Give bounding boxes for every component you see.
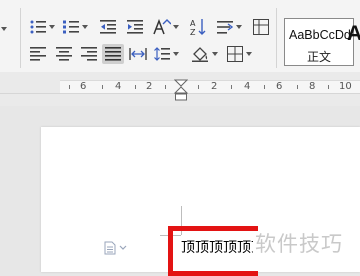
paint-bucket-icon xyxy=(192,47,208,62)
increase-indent-icon xyxy=(127,20,143,34)
indent-marker-icon[interactable] xyxy=(174,79,188,101)
ruler-label: 6 xyxy=(80,81,87,92)
ruler-tick xyxy=(69,85,70,89)
ruler-label: 6 xyxy=(276,81,283,92)
sort-button[interactable]: A Z xyxy=(189,17,207,37)
align-left-icon xyxy=(30,47,46,61)
paragraph-layout-button[interactable] xyxy=(104,241,129,255)
bullet-list-dropdown[interactable] xyxy=(47,17,56,37)
decrease-indent-button[interactable] xyxy=(99,17,117,37)
font-color-dropdown-arrow[interactable] xyxy=(0,19,8,39)
ruler-label: 4 xyxy=(244,81,251,92)
align-center-icon xyxy=(56,47,72,61)
numbered-list-dropdown[interactable] xyxy=(80,17,89,37)
ruler-tick xyxy=(135,85,136,89)
change-case-button[interactable] xyxy=(153,17,171,37)
bullet-list-button[interactable] xyxy=(29,17,47,37)
justify-button[interactable] xyxy=(102,44,124,64)
paragraph-spacing-button[interactable] xyxy=(153,44,171,64)
document-icon xyxy=(104,241,116,255)
group-separator xyxy=(276,8,277,68)
group-separator xyxy=(20,8,21,68)
increase-indent-button[interactable] xyxy=(126,17,144,37)
ruler-tick xyxy=(198,85,199,89)
svg-text:Z: Z xyxy=(190,28,196,36)
distributed-align-icon xyxy=(129,48,147,60)
line-spacing-button[interactable] xyxy=(216,17,234,37)
change-case-dropdown[interactable] xyxy=(171,17,180,37)
ruler-label: 10 xyxy=(339,81,352,92)
line-spacing-icon xyxy=(154,47,170,61)
align-right-icon xyxy=(81,47,97,61)
document-text[interactable]: 顶顶顶顶顶顶 xyxy=(181,237,253,257)
numbered-list-icon xyxy=(63,20,79,34)
ruler-tick xyxy=(297,85,298,89)
style-name-label: 正文 xyxy=(306,50,331,64)
align-right-button[interactable] xyxy=(80,44,98,64)
align-left-button[interactable] xyxy=(29,44,47,64)
ruler-tick xyxy=(264,85,265,89)
ruler-label: 8 xyxy=(309,81,316,92)
ruler-label: 4 xyxy=(115,81,122,92)
style-normal[interactable]: AaBbCcDd 正文 xyxy=(284,18,354,66)
text-direction-icon xyxy=(217,21,233,34)
bullet-list-icon xyxy=(30,20,46,34)
sort-az-icon: A Z xyxy=(190,19,206,36)
watermark: 软件技巧 xyxy=(255,232,343,256)
paragraph-spacing-dropdown[interactable] xyxy=(171,44,180,64)
ribbon: A Z AaBbCcDd 正文 A xyxy=(0,0,360,72)
decrease-indent-icon xyxy=(100,20,116,34)
shading-dropdown[interactable] xyxy=(210,44,219,64)
borders-dropdown[interactable] xyxy=(244,44,253,64)
table-grid-icon xyxy=(253,19,269,35)
ruler-label: 2 xyxy=(146,81,153,92)
ruler-tick xyxy=(102,85,103,89)
borders-button[interactable] xyxy=(226,44,244,64)
ruler-tick xyxy=(231,85,232,89)
distributed-align-button[interactable] xyxy=(128,44,148,64)
borders-icon xyxy=(227,46,243,62)
style-sample-text: AaBbCcDd xyxy=(289,28,351,42)
svg-text:A: A xyxy=(190,19,196,28)
align-center-button[interactable] xyxy=(55,44,73,64)
ruler-tick xyxy=(328,85,329,89)
style-heading-sample[interactable]: A xyxy=(347,22,360,46)
justify-icon xyxy=(105,47,121,61)
chevron-down-icon xyxy=(119,245,127,250)
ruler-tick xyxy=(165,85,166,89)
shading-button[interactable] xyxy=(190,44,210,64)
line-spacing-dropdown[interactable] xyxy=(234,17,243,37)
table-grid-button[interactable] xyxy=(251,17,271,37)
ruler-label: 2 xyxy=(211,81,218,92)
change-case-icon xyxy=(153,19,171,35)
numbered-list-button[interactable] xyxy=(62,17,80,37)
